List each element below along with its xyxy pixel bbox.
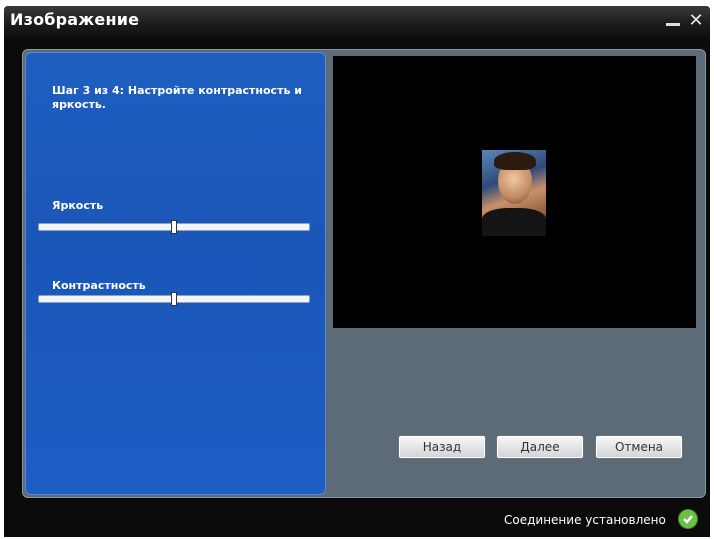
preview-photo [482,150,546,236]
contrast-label: Контрастность [52,279,146,292]
settings-panel: Шаг 3 из 4: Настройте контрастность и яр… [25,52,326,495]
window-title: Изображение [10,10,140,29]
brightness-slider-thumb[interactable] [171,220,177,234]
brightness-slider[interactable] [38,220,310,234]
next-button[interactable]: Далее [496,435,584,459]
dialog-window: Изображение ✕ Шаг 3 из 4: Настройте конт… [4,6,710,537]
check-icon [678,509,698,529]
camera-preview [333,56,696,328]
title-bar[interactable]: Изображение ✕ [4,6,710,38]
wizard-content: Шаг 3 из 4: Настройте контрастность и яр… [22,49,706,498]
back-button[interactable]: Назад [398,435,486,459]
brightness-label: Яркость [52,199,104,212]
close-icon: ✕ [688,10,704,31]
minimize-button[interactable] [664,12,682,32]
close-button[interactable]: ✕ [686,10,706,32]
contrast-slider[interactable] [38,292,310,306]
cancel-button[interactable]: Отмена [595,435,683,459]
step-instructions: Шаг 3 из 4: Настройте контрастность и яр… [52,84,302,111]
contrast-slider-thumb[interactable] [171,292,177,306]
status-text: Соединение установлено [504,513,666,527]
